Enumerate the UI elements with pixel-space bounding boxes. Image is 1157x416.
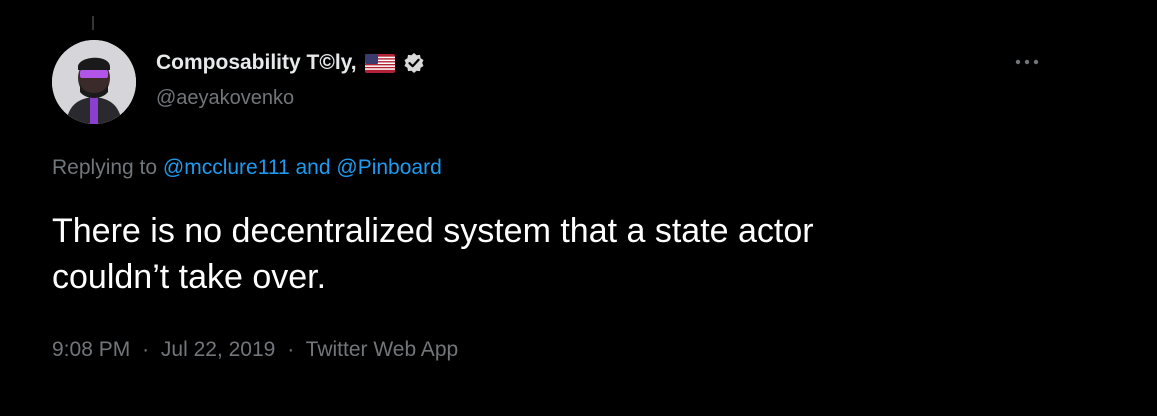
tweet-metadata: 9:08 PM · Jul 22, 2019 · Twitter Web App [52, 338, 458, 362]
author-handle[interactable]: @aeyakovenko [156, 87, 294, 110]
more-options-icon [1015, 59, 1039, 65]
avatar-image [52, 40, 136, 124]
verified-badge-icon [403, 52, 425, 74]
separator-dot: · [287, 338, 295, 361]
avatar[interactable] [52, 40, 136, 124]
replying-to-line: Replying to @mcclure111 and @Pinboard [52, 156, 442, 180]
tweet-source[interactable]: Twitter Web App [306, 338, 459, 361]
thread-connector-line [92, 16, 94, 30]
author-display-name[interactable]: Composability T©ly, [156, 51, 357, 75]
tweet-date[interactable]: Jul 22, 2019 [161, 338, 275, 361]
us-flag-icon [364, 53, 395, 73]
replying-conjunction: and [295, 156, 331, 179]
mention-link-2[interactable]: @Pinboard [336, 156, 441, 179]
replying-prefix: Replying to [52, 156, 158, 179]
mention-link-1[interactable]: @mcclure111 [163, 156, 290, 179]
tweet-text: There is no decentralized system that a … [52, 212, 814, 296]
tweet-time[interactable]: 9:08 PM [52, 338, 130, 361]
separator-dot: · [142, 338, 150, 361]
author-name-row: Composability T©ly, [156, 50, 425, 76]
more-options-button[interactable] [1010, 52, 1044, 72]
